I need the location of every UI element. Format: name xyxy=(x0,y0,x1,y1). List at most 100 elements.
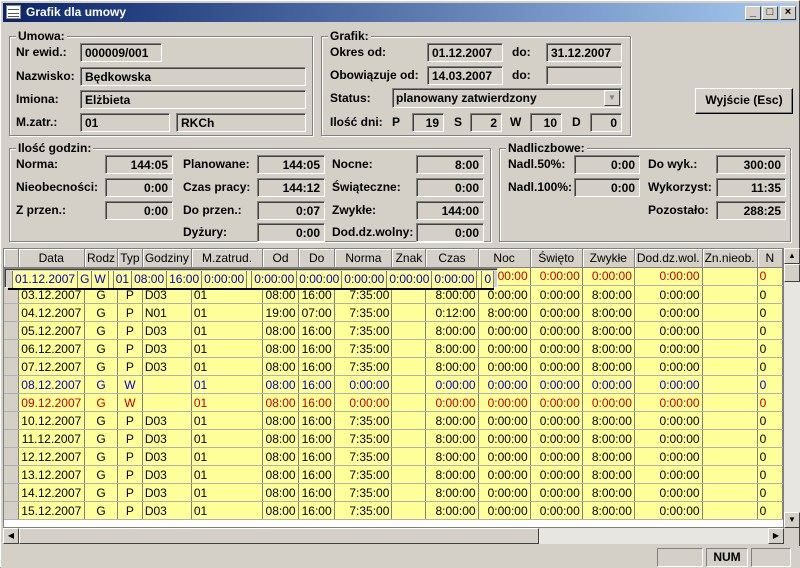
nocne-field[interactable]: 8:00 xyxy=(416,155,484,174)
table-cell[interactable]: 8:00:00 xyxy=(425,357,479,376)
table-cell[interactable]: 0:00:00 xyxy=(634,267,703,286)
table-cell[interactable] xyxy=(391,393,427,412)
row-indicator[interactable] xyxy=(4,501,19,520)
table-cell[interactable]: 0:00:00 xyxy=(334,393,393,412)
table-cell[interactable]: W xyxy=(91,270,109,290)
table-cell[interactable]: W xyxy=(117,393,143,412)
column-header[interactable]: Święto xyxy=(530,249,583,268)
scroll-left-icon[interactable]: ◀ xyxy=(3,528,19,544)
table-cell[interactable]: 0:00:00 xyxy=(530,483,583,502)
okres-do-field[interactable]: 31.12.2007 xyxy=(546,43,622,62)
czas-pracy-field[interactable]: 144:12 xyxy=(257,178,325,197)
table-cell[interactable]: 8:00:00 xyxy=(582,411,635,430)
table-cell[interactable]: 0:00:00 xyxy=(251,270,298,290)
table-cell[interactable]: P xyxy=(117,339,143,358)
table-cell[interactable] xyxy=(142,375,192,394)
table-cell[interactable]: 16:00 xyxy=(298,501,336,520)
table-cell[interactable]: P xyxy=(117,483,143,502)
horizontal-scrollbar[interactable]: ◀ ▶ xyxy=(3,528,784,544)
table-cell[interactable]: G xyxy=(84,339,119,358)
table-row[interactable]: 01.12.2007 G W 01 08:00 16:00 0:00:00 0:00:00 0:… xyxy=(4,267,499,290)
table-cell[interactable]: P xyxy=(117,465,143,484)
table-cell[interactable]: 16:00 xyxy=(298,429,336,448)
table-cell[interactable]: 0:00:00 xyxy=(386,270,433,290)
table-cell[interactable]: 16:00 xyxy=(298,483,336,502)
table-cell[interactable]: P xyxy=(117,303,143,322)
swiateczne-field[interactable]: 0:00 xyxy=(416,178,484,197)
table-row[interactable]: 14.12.2007 G P D03 01 08:00 16:00 7:35:00 8:00:0… xyxy=(4,483,783,502)
table-cell[interactable]: 7:35:00 xyxy=(334,339,393,358)
table-cell[interactable] xyxy=(391,429,427,448)
table-cell[interactable] xyxy=(391,411,427,430)
table-cell[interactable]: 7:35:00 xyxy=(334,483,393,502)
table-cell[interactable]: 0:00:00 xyxy=(634,357,703,376)
table-cell[interactable]: 0 xyxy=(757,393,783,412)
vertical-scrollbar[interactable]: ▲ ▼ xyxy=(784,248,800,528)
table-cell[interactable]: 0:00:00 xyxy=(478,483,531,502)
table-cell[interactable]: G xyxy=(84,429,119,448)
norma-field[interactable]: 144:05 xyxy=(105,155,173,174)
okres-od-field[interactable]: 01.12.2007 xyxy=(427,43,503,62)
table-cell[interactable] xyxy=(391,321,427,340)
table-cell[interactable]: D03 xyxy=(142,483,192,502)
table-cell[interactable]: 0:00:00 xyxy=(478,321,531,340)
table-cell[interactable]: 0:00:00 xyxy=(634,375,703,394)
dyzury-field[interactable]: 0:00 xyxy=(257,223,325,242)
table-cell[interactable]: D03 xyxy=(142,339,192,358)
column-header[interactable]: Typ xyxy=(117,249,143,268)
obowiazuje-od-field[interactable]: 14.03.2007 xyxy=(427,66,503,85)
table-cell[interactable]: 01 xyxy=(113,270,133,290)
table-cell[interactable]: D03 xyxy=(142,411,192,430)
table-cell[interactable]: 07:00 xyxy=(298,303,336,322)
table-cell[interactable]: 0 xyxy=(757,429,783,448)
table-cell[interactable]: 0:00:00 xyxy=(530,321,583,340)
table-cell[interactable]: 09.12.2007 xyxy=(18,393,86,412)
table-row[interactable]: 13.12.2007 G P D03 01 08:00 16:00 7:35:00 8:00:0… xyxy=(4,465,783,484)
table-cell[interactable]: 7:35:00 xyxy=(334,303,393,322)
table-cell[interactable]: 0:00:00 xyxy=(478,339,531,358)
table-cell[interactable]: D03 xyxy=(142,465,192,484)
table-row[interactable]: 04.12.2007 G P N01 01 19:00 07:00 7:35:00 0:12:0… xyxy=(4,303,783,322)
table-cell[interactable]: 08:00 xyxy=(262,501,299,520)
table-cell[interactable]: 08:00 xyxy=(131,270,168,290)
table-cell[interactable]: 7:35:00 xyxy=(334,357,393,376)
table-cell[interactable]: 0:00:00 xyxy=(530,411,583,430)
table-row[interactable]: 15.12.2007 G P D03 01 08:00 16:00 7:35:00 8:00:0… xyxy=(4,501,783,520)
table-cell[interactable]: 0:00:00 xyxy=(530,267,583,286)
table-cell[interactable]: 01.12.2007 xyxy=(12,270,79,290)
table-cell[interactable] xyxy=(702,375,758,394)
table-cell[interactable]: 16:00 xyxy=(298,357,336,376)
table-cell[interactable] xyxy=(391,303,427,322)
table-cell[interactable]: 0:00:00 xyxy=(530,393,583,412)
table-cell[interactable]: 08:00 xyxy=(262,321,299,340)
table-cell[interactable]: 19:00 xyxy=(262,303,299,322)
table-cell[interactable]: 8:00:00 xyxy=(582,285,635,304)
column-header[interactable]: Norma xyxy=(334,249,393,268)
table-cell[interactable]: 05.12.2007 xyxy=(18,321,86,340)
table-cell[interactable]: 0 xyxy=(757,483,783,502)
row-indicator[interactable] xyxy=(4,483,19,502)
table-cell[interactable] xyxy=(391,357,427,376)
table-cell[interactable]: 0 xyxy=(757,267,783,286)
column-header[interactable]: Data xyxy=(18,249,86,268)
planowane-field[interactable]: 144:05 xyxy=(257,155,325,174)
table-cell[interactable]: 08:00 xyxy=(262,483,299,502)
table-cell[interactable]: 01 xyxy=(191,465,264,484)
table-cell[interactable]: 01 xyxy=(191,429,264,448)
mzatr-code-field[interactable]: 01 xyxy=(80,113,170,132)
close-button[interactable]: × xyxy=(780,6,796,20)
row-indicator[interactable] xyxy=(4,465,19,484)
table-cell[interactable]: D03 xyxy=(142,429,192,448)
table-cell[interactable]: 0:00:00 xyxy=(478,501,531,520)
table-cell[interactable]: 0 xyxy=(757,501,783,520)
table-cell[interactable]: 8:00:00 xyxy=(425,411,479,430)
vertical-scroll-thumb[interactable] xyxy=(784,264,800,282)
table-cell[interactable]: 16:00 xyxy=(298,375,336,394)
title-bar[interactable]: Grafik dla umowy _ □ × xyxy=(3,3,797,22)
table-cell[interactable]: 14.12.2007 xyxy=(18,483,86,502)
table-cell[interactable]: P xyxy=(117,321,143,340)
table-cell[interactable]: 0:00:00 xyxy=(634,393,703,412)
scroll-right-icon[interactable]: ▶ xyxy=(768,528,784,544)
table-cell[interactable]: 0:00:00 xyxy=(425,375,479,394)
table-cell[interactable]: 01 xyxy=(191,357,264,376)
